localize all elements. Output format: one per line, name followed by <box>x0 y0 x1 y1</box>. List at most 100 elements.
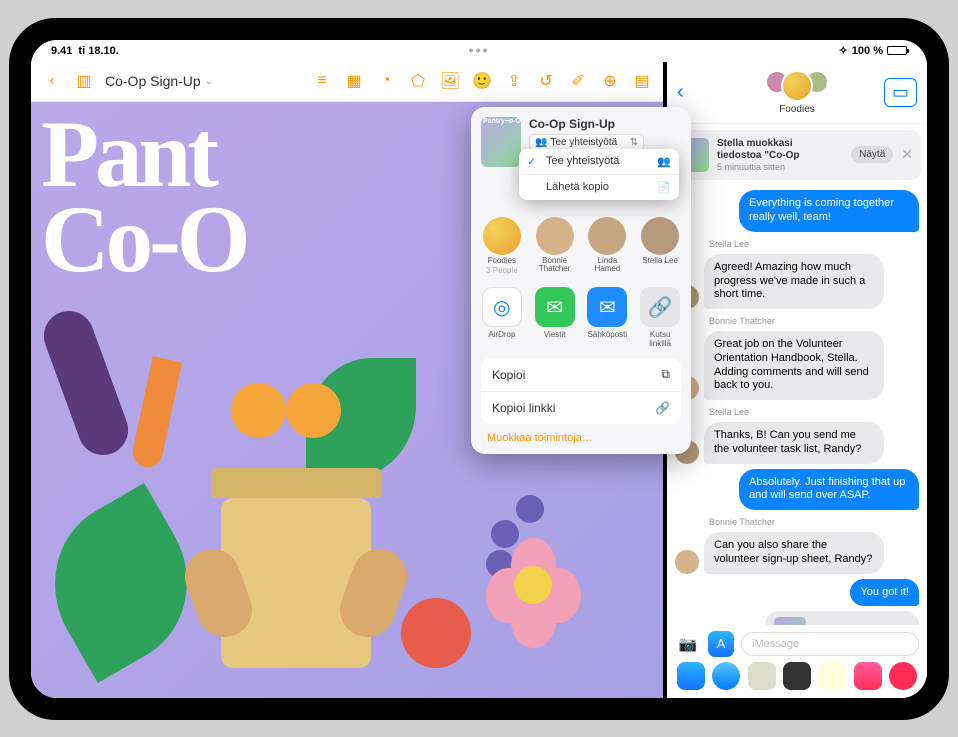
people-icon: 👥 <box>535 137 547 148</box>
share-mode-dropdown: ✓ Tee yhteistyötä 👥 Lähetä kopio 📄 <box>519 149 679 200</box>
action-copy[interactable]: Kopioi ⧉ <box>481 358 681 392</box>
message-bubble-me[interactable]: You got it! <box>850 579 919 607</box>
share-sheet: Co-Op Sign-Up 👥 Tee yhteistyötä ⇅ ✓ <box>471 107 691 455</box>
avatar[interactable] <box>675 550 699 574</box>
back-icon[interactable]: ‹ <box>41 70 63 92</box>
table-icon[interactable]: ▦ <box>343 70 365 92</box>
more-icon[interactable]: ⊕ <box>599 70 621 92</box>
strip-music-icon[interactable] <box>854 662 882 690</box>
share-contacts-row: Foodies 3 People Bonnie Thatcher Linda H… <box>481 217 681 276</box>
ipad-frame: 9.41 ti 18.10. ••• ✧ 100 % ‹ ▥ Co-Op Sig… <box>9 18 949 720</box>
contact-linda[interactable]: Linda Hamed <box>587 217 629 276</box>
contact-stella[interactable]: Stella Lee <box>639 217 681 276</box>
status-time: 9.41 <box>51 45 72 57</box>
action-copy-link[interactable]: Kopioi linkki 🔗 <box>481 392 681 424</box>
battery-percent: 100 % <box>852 45 883 57</box>
document-title[interactable]: Co-Op Sign-Up ⌄ <box>105 73 213 89</box>
message-row: Great job on the Volunteer Orientation H… <box>675 331 919 400</box>
media-icon[interactable]: 🖼 <box>439 70 461 92</box>
opt-copy-label: Lähetä kopio <box>527 181 609 193</box>
check-icon: ✓ <box>527 155 541 168</box>
undo-history-icon[interactable]: ↺ <box>535 70 557 92</box>
strip-audio-icon[interactable] <box>712 662 740 690</box>
illustration-flower <box>481 538 591 658</box>
inspector-icon[interactable]: ▤ <box>631 70 653 92</box>
illustration-tomato <box>401 598 471 668</box>
chevron-down-icon: ⌄ <box>205 76 213 87</box>
doc-title-text: Co-Op Sign-Up <box>105 73 201 89</box>
message-input-area: 📷 A iMessage <box>667 625 927 698</box>
edit-actions-link[interactable]: Muokkaa toimintoja… <box>481 432 681 444</box>
sender-label: Stella Lee <box>709 407 919 417</box>
people-add-icon: 👥 <box>657 155 671 168</box>
illustration-bag <box>211 468 381 498</box>
split-view: ‹ ▥ Co-Op Sign-Up ⌄ ≡ ▦ ◔ ⬠ 🖼 🙂 ⇪ ↺ ✐ ⊕ <box>31 62 927 698</box>
strip-memoji-icon[interactable] <box>783 662 811 690</box>
banner-text: Stella muokkasi tiedostoa "Co-Op 5 minuu… <box>717 138 843 173</box>
illustration-carrot <box>130 356 182 470</box>
collab-banner[interactable]: Stella muokkasi tiedostoa "Co-Op 5 minuu… <box>673 130 921 181</box>
imessage-app-strip <box>675 662 919 690</box>
avatar <box>765 70 789 94</box>
app-invite-link[interactable]: 🔗 Kutsu linkillä <box>639 287 681 348</box>
dropdown-option-collaborate[interactable]: ✓ Tee yhteistyötä 👥 <box>519 149 679 175</box>
action-label: Kopioi <box>492 368 525 382</box>
collab-avatar-icon[interactable]: 🙂 <box>471 70 493 92</box>
app-store-icon[interactable]: A <box>708 631 734 657</box>
outline-icon[interactable]: ≡ <box>311 70 333 92</box>
app-label: AirDrop <box>488 330 515 339</box>
link-icon: 🔗 <box>640 287 680 327</box>
strip-digital-touch-icon[interactable] <box>889 662 917 690</box>
message-attachment-row: Co-Op Sign-Up Pages-dokumentti › <box>675 611 919 624</box>
action-label: Kopioi linkki <box>492 401 555 415</box>
mail-icon: ✉ <box>587 287 627 327</box>
share-mode-label: Tee yhteistyötä <box>550 137 617 148</box>
share-doc-title: Co-Op Sign-Up <box>529 117 681 131</box>
avatar <box>588 217 626 255</box>
avatar <box>805 70 829 94</box>
share-icon[interactable]: ⇪ <box>503 70 525 92</box>
message-row: You got it! <box>675 579 919 607</box>
camera-icon[interactable]: 📷 <box>675 631 701 657</box>
app-airdrop[interactable]: ◎ AirDrop <box>481 287 523 348</box>
pages-app: ‹ ▥ Co-Op Sign-Up ⌄ ≡ ▦ ◔ ⬠ 🖼 🙂 ⇪ ↺ ✐ ⊕ <box>31 62 667 698</box>
facetime-icon[interactable]: ▭ <box>884 78 917 107</box>
copy-icon: ⧉ <box>661 367 670 382</box>
banner-line1: Stella muokkasi <box>717 138 793 149</box>
share-mode-select[interactable]: 👥 Tee yhteistyötä ⇅ <box>529 134 644 151</box>
group-avatar-stack <box>769 70 825 102</box>
banner-timestamp: 5 minuuttia sitten <box>717 162 843 173</box>
message-bubble[interactable]: Great job on the Volunteer Orientation H… <box>704 331 884 400</box>
app-messages[interactable]: ✉ Viestit <box>534 287 576 348</box>
message-bubble[interactable]: Can you also share the volunteer sign-up… <box>704 532 884 574</box>
close-icon[interactable]: ✕ <box>901 146 913 163</box>
messages-header: ‹ Foodies ▭ <box>667 62 927 124</box>
banner-show-button[interactable]: Näytä <box>851 146 893 163</box>
sidebar-icon[interactable]: ▥ <box>73 70 95 92</box>
multitask-dots-icon[interactable]: ••• <box>469 42 490 58</box>
strip-stickers-icon[interactable] <box>818 662 846 690</box>
contact-bonnie[interactable]: Bonnie Thatcher <box>534 217 576 276</box>
messages-icon: ✉ <box>535 287 575 327</box>
message-bubble-me[interactable]: Absolutely. Just finishing that up and w… <box>739 469 919 511</box>
brush-format-icon[interactable]: ✐ <box>567 70 589 92</box>
link-icon: 🔗 <box>655 401 670 415</box>
back-button[interactable]: ‹ <box>677 81 684 104</box>
banner-line2: tiedostoa "Co-Op <box>717 150 800 161</box>
message-bubble[interactable]: Thanks, B! Can you send me the volunteer… <box>704 422 884 464</box>
message-thread[interactable]: Everything is coming together really wel… <box>667 186 927 624</box>
avatar <box>536 217 574 255</box>
dropdown-option-send-copy[interactable]: Lähetä kopio 📄 <box>519 175 679 200</box>
sender-label: Bonnie Thatcher <box>709 316 919 326</box>
message-bubble-me[interactable]: Everything is coming together really wel… <box>739 190 919 232</box>
strip-app-store-icon[interactable] <box>677 662 705 690</box>
contact-foodies[interactable]: Foodies 3 People <box>481 217 523 276</box>
app-mail[interactable]: ✉ Sähköposti <box>587 287 629 348</box>
shape-icon[interactable]: ⬠ <box>407 70 429 92</box>
message-bubble[interactable]: Agreed! Amazing how much progress we've … <box>704 254 884 309</box>
message-input[interactable]: iMessage <box>741 632 919 656</box>
opt-collab-label: Tee yhteistyötä <box>546 155 619 167</box>
chart-icon[interactable]: ◔ <box>375 70 397 92</box>
strip-photos-icon[interactable] <box>748 662 776 690</box>
message-attachment[interactable]: Co-Op Sign-Up Pages-dokumentti › <box>765 611 919 624</box>
